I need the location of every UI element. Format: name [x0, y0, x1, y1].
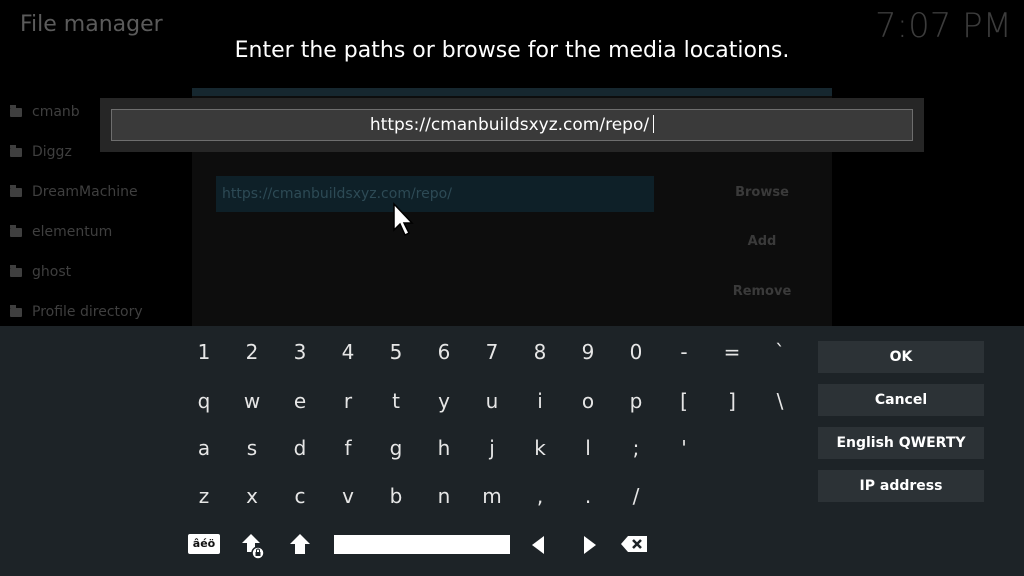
key[interactable]: t: [374, 381, 418, 421]
shift-lock-icon[interactable]: [240, 532, 266, 560]
key[interactable]: [: [662, 381, 706, 421]
text-caret: [653, 115, 655, 133]
dialog-heading: Enter the paths or browse for the media …: [234, 38, 790, 63]
key[interactable]: i: [518, 381, 562, 421]
key[interactable]: =: [710, 332, 754, 372]
key[interactable]: \: [758, 381, 802, 421]
key[interactable]: e: [278, 381, 322, 421]
mouse-cursor-icon: [393, 202, 414, 237]
source-item[interactable]: elementum: [10, 224, 112, 240]
accent-key[interactable]: âéö: [188, 534, 220, 554]
key[interactable]: y: [422, 381, 466, 421]
key[interactable]: u: [470, 381, 514, 421]
key[interactable]: `: [758, 332, 802, 372]
key[interactable]: ]: [710, 381, 754, 421]
key[interactable]: 4: [326, 332, 370, 372]
source-item[interactable]: Diggz: [10, 144, 72, 160]
key[interactable]: h: [422, 428, 466, 468]
key[interactable]: /: [614, 476, 658, 516]
key[interactable]: 5: [374, 332, 418, 372]
key[interactable]: -: [662, 332, 706, 372]
source-label: DreamMachine: [32, 184, 138, 200]
browse-button[interactable]: Browse: [712, 185, 812, 200]
left-arrow-icon[interactable]: [530, 535, 546, 555]
input-value: https://cmanbuildsxyz.com/repo/: [369, 115, 650, 135]
source-item[interactable]: DreamMachine: [10, 184, 138, 200]
key[interactable]: 3: [278, 332, 322, 372]
key[interactable]: r: [326, 381, 370, 421]
source-path-field[interactable]: https://cmanbuildsxyz.com/repo/: [216, 176, 654, 212]
source-label: cmanb: [32, 104, 80, 120]
key[interactable]: o: [566, 381, 610, 421]
source-item[interactable]: Profile directory: [10, 304, 143, 320]
key[interactable]: v: [326, 476, 370, 516]
folder-icon: [10, 144, 22, 157]
key[interactable]: b: [374, 476, 418, 516]
key[interactable]: w: [230, 381, 274, 421]
ip-address-button[interactable]: IP address: [818, 470, 984, 502]
source-label: elementum: [32, 224, 113, 240]
key[interactable]: m: [470, 476, 514, 516]
key[interactable]: l: [566, 428, 610, 468]
folder-icon: [10, 304, 22, 317]
space-bar[interactable]: [334, 535, 510, 554]
key[interactable]: c: [278, 476, 322, 516]
source-label: Diggz: [32, 144, 72, 160]
key[interactable]: 0: [614, 332, 658, 372]
key[interactable]: 6: [422, 332, 466, 372]
key[interactable]: 8: [518, 332, 562, 372]
key[interactable]: g: [374, 428, 418, 468]
add-button[interactable]: Add: [712, 234, 812, 249]
key[interactable]: s: [230, 428, 274, 468]
keyboard-layout-button[interactable]: English QWERTY: [818, 427, 984, 459]
key[interactable]: k: [518, 428, 562, 468]
key[interactable]: 1: [182, 332, 226, 372]
folder-icon: [10, 184, 22, 197]
remove-button[interactable]: Remove: [712, 284, 812, 299]
backspace-icon[interactable]: [620, 535, 648, 553]
key[interactable]: p: [614, 381, 658, 421]
key[interactable]: q: [182, 381, 226, 421]
ok-button[interactable]: OK: [818, 341, 984, 373]
key[interactable]: 9: [566, 332, 610, 372]
key[interactable]: ;: [614, 428, 658, 468]
key[interactable]: a: [182, 428, 226, 468]
key[interactable]: 7: [470, 332, 514, 372]
key[interactable]: 2: [230, 332, 274, 372]
key[interactable]: .: [566, 476, 610, 516]
folder-icon: [10, 104, 22, 117]
key[interactable]: d: [278, 428, 322, 468]
page-title: File manager: [20, 12, 163, 37]
key[interactable]: f: [326, 428, 370, 468]
source-label: ghost: [32, 264, 72, 280]
right-arrow-icon[interactable]: [582, 535, 598, 555]
key[interactable]: n: [422, 476, 466, 516]
source-label: Profile directory: [32, 304, 143, 320]
dialog-header-bar: [192, 88, 832, 96]
key[interactable]: x: [230, 476, 274, 516]
source-item[interactable]: cmanb: [10, 104, 80, 120]
cancel-button[interactable]: Cancel: [818, 384, 984, 416]
shift-icon[interactable]: [288, 533, 312, 555]
text-input-frame: https://cmanbuildsxyz.com/repo/: [100, 98, 924, 152]
key[interactable]: z: [182, 476, 226, 516]
key[interactable]: j: [470, 428, 514, 468]
folder-icon: [10, 264, 22, 277]
text-input[interactable]: https://cmanbuildsxyz.com/repo/: [111, 109, 913, 141]
key[interactable]: ': [662, 428, 706, 468]
source-item[interactable]: ghost: [10, 264, 71, 280]
folder-icon: [10, 224, 22, 237]
key[interactable]: ,: [518, 476, 562, 516]
